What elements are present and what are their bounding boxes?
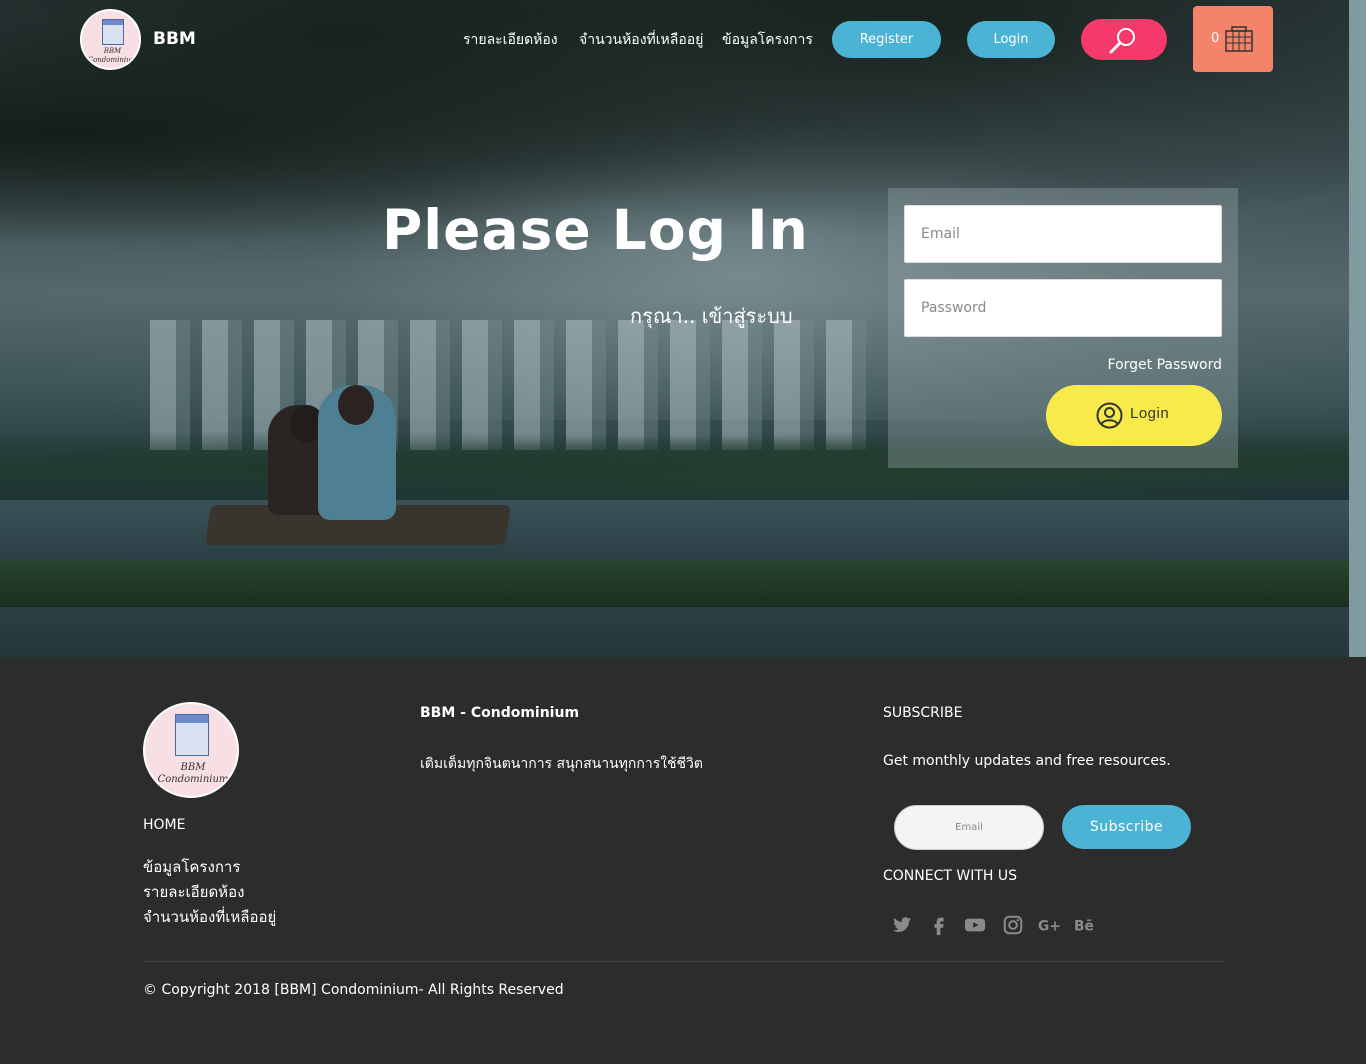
hero-grass: [0, 560, 1349, 610]
building-icon: [102, 19, 124, 45]
subscribe-email-input[interactable]: [894, 805, 1044, 850]
brand-logo[interactable]: BBM Condominium: [80, 9, 141, 70]
email-field[interactable]: [904, 205, 1222, 263]
nav-room-details[interactable]: รายละเอียดห้อง: [463, 29, 558, 51]
logo-text: BBM Condominium: [87, 47, 138, 64]
footer-link-rooms-remaining[interactable]: จำนวนห้องที่เหลืออยู่: [143, 905, 276, 930]
forget-password-link[interactable]: Forget Password: [1108, 357, 1222, 373]
header-login-button[interactable]: Login: [967, 21, 1055, 58]
hero-lake: [0, 500, 1349, 610]
user-circle-icon: [1096, 402, 1123, 429]
footer-divider: [143, 961, 1224, 962]
hero-bottom-band: [0, 607, 1349, 657]
subscribe-title: SUBSCRIBE: [883, 705, 963, 721]
nav-project-info[interactable]: ข้อมูลโครงการ: [722, 29, 813, 51]
page-subtitle: กรุณา.. เข้าสู่ระบบ: [630, 304, 793, 328]
footer-link-project-info[interactable]: ข้อมูลโครงการ: [143, 855, 276, 880]
page-title: Please Log In: [382, 198, 809, 262]
login-submit-button[interactable]: Login: [1046, 385, 1222, 446]
cart-count: 0: [1211, 31, 1220, 46]
building-cart-icon: [1225, 26, 1253, 52]
footer-about-text: เติมเต็มทุกจินตนาการ สนุกสนานทุกการใช้ชี…: [420, 756, 704, 772]
search-button[interactable]: [1081, 19, 1167, 60]
footer: BBM Condominium HOME ข้อมูลโครงการ รายละ…: [0, 657, 1366, 1064]
footer-about-title: BBM - Condominium: [420, 705, 580, 721]
connect-title: CONNECT WITH US: [883, 868, 1017, 884]
password-field[interactable]: [904, 279, 1222, 337]
footer-home-link[interactable]: HOME: [143, 817, 185, 833]
hero-city-skyline: [150, 320, 870, 450]
svg-text:G+: G+: [1038, 919, 1061, 935]
cart-button[interactable]: 0: [1193, 6, 1273, 72]
brand-name[interactable]: BBM: [153, 29, 196, 49]
building-icon: [175, 714, 209, 756]
google-plus-icon[interactable]: G+: [1037, 914, 1061, 938]
hero-person-right: [318, 385, 396, 520]
hero-person-right-head: [338, 385, 374, 425]
footer-logo-text: BBM Condominium: [157, 762, 229, 785]
hero-person-left: [268, 405, 330, 515]
login-submit-label: Login: [1130, 405, 1170, 422]
page-scrollbar[interactable]: [1349, 0, 1366, 657]
subscribe-button[interactable]: Subscribe: [1062, 805, 1191, 849]
subscribe-text: Get monthly updates and free resources.: [883, 753, 1171, 769]
twitter-icon[interactable]: [890, 914, 914, 938]
hero-section: BBM Condominium BBM รายละเอียดห้อง จำนวน…: [0, 0, 1349, 657]
facebook-icon[interactable]: [927, 914, 951, 938]
login-form: Forget Password Login: [888, 188, 1238, 468]
copyright-text: © Copyright 2018 [BBM] Condominium- All …: [143, 982, 564, 998]
hero-bench: [205, 505, 511, 545]
footer-logo[interactable]: BBM Condominium: [143, 702, 239, 798]
register-button[interactable]: Register: [832, 21, 941, 58]
youtube-icon[interactable]: [963, 914, 987, 938]
behance-icon[interactable]: Bē: [1073, 914, 1097, 938]
search-icon: [1109, 28, 1135, 54]
hero-person-left-head: [290, 405, 324, 443]
nav-rooms-remaining[interactable]: จำนวนห้องที่เหลืออยู่: [579, 29, 703, 51]
footer-links: ข้อมูลโครงการ รายละเอียดห้อง จำนวนห้องที…: [143, 855, 276, 930]
footer-link-room-details[interactable]: รายละเอียดห้อง: [143, 880, 276, 905]
instagram-icon[interactable]: [1001, 914, 1025, 938]
svg-text:Bē: Bē: [1074, 919, 1094, 935]
